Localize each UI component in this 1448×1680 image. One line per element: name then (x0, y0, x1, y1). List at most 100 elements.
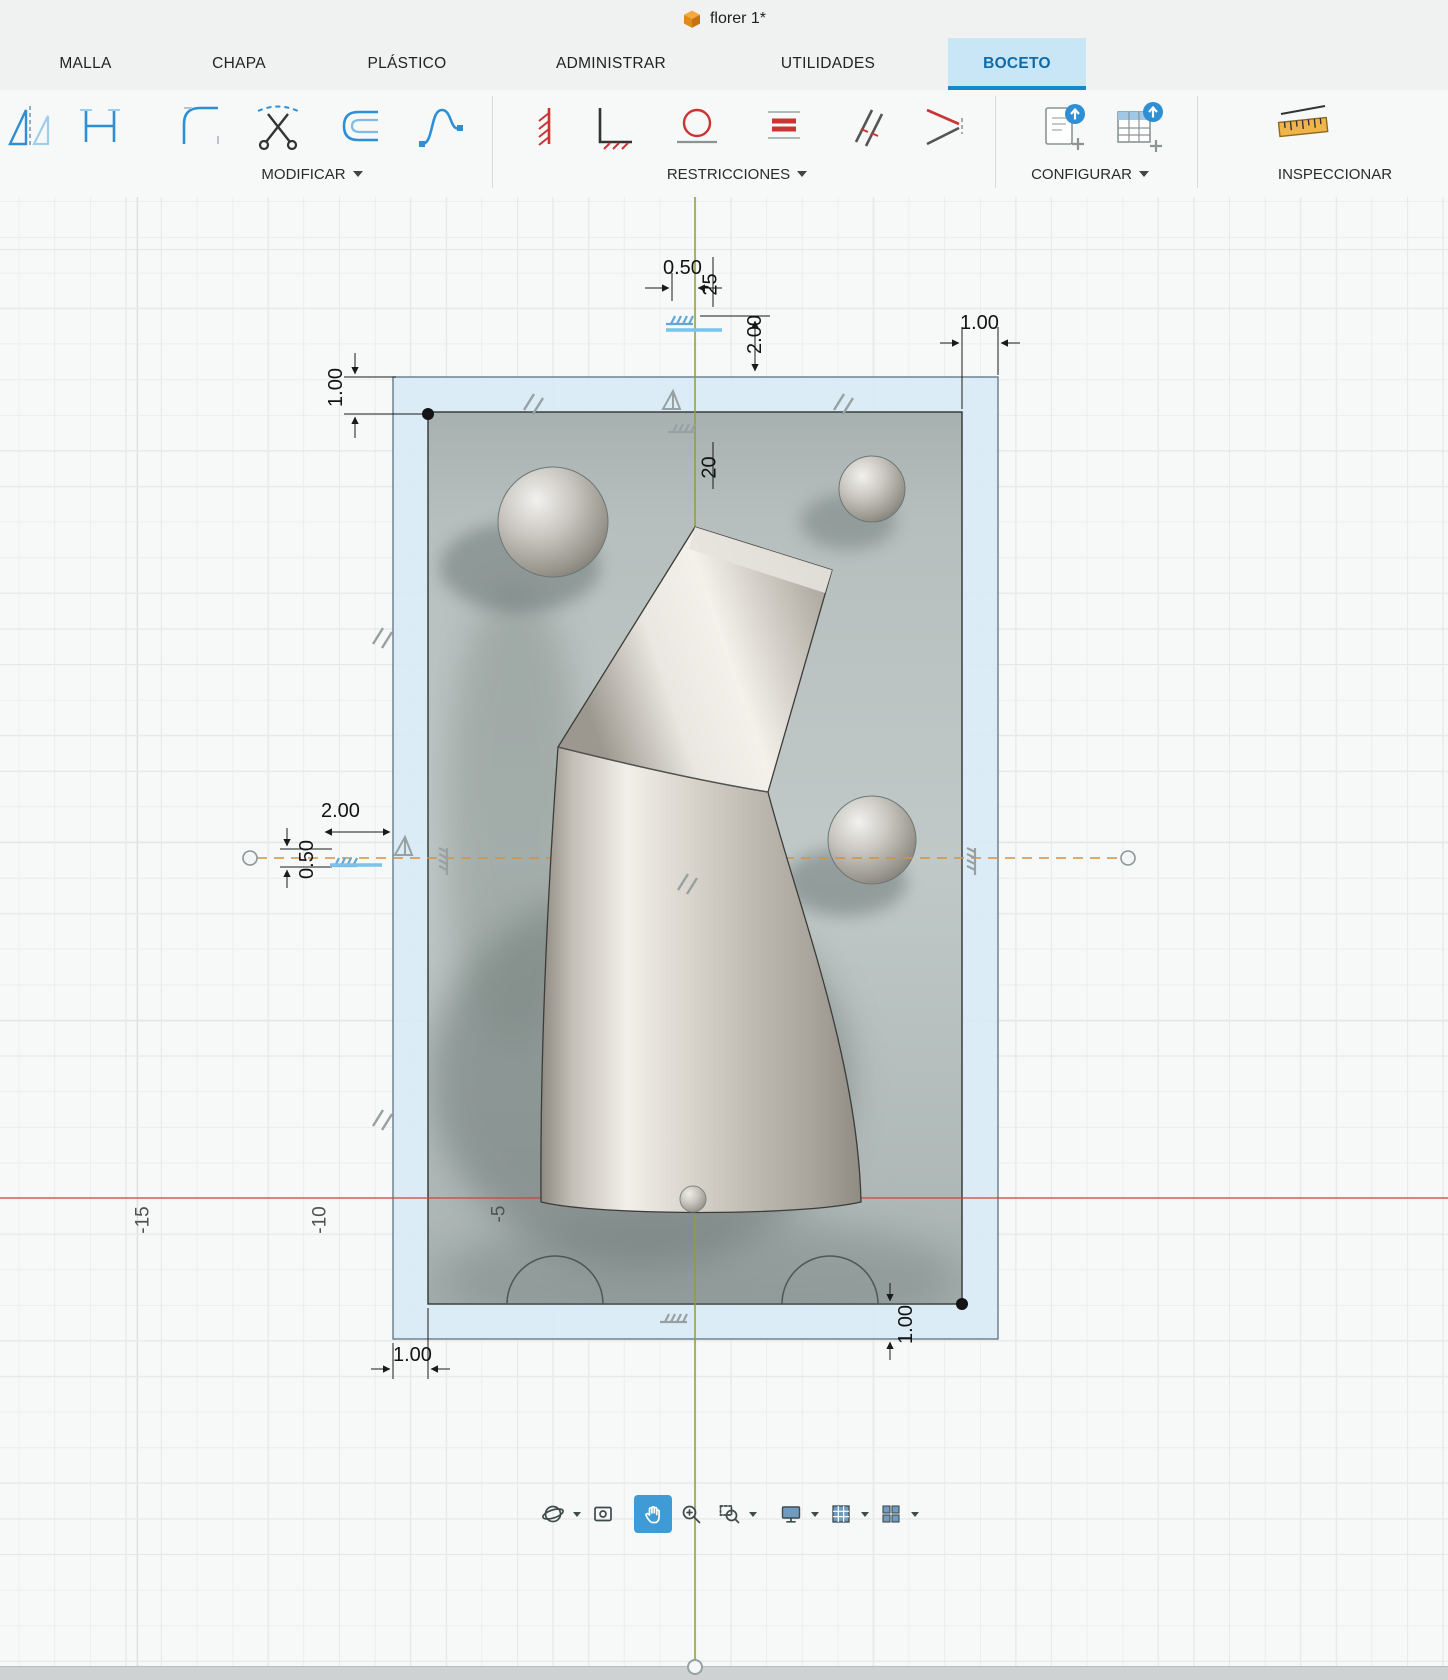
dropdown-arrow-icon[interactable] (573, 1511, 581, 1517)
dropdown-arrow-icon (797, 171, 808, 177)
origin-point-ball[interactable] (679, 1185, 707, 1213)
horizontal-vertical-constraint-button[interactable] (515, 98, 571, 154)
bottom-edge-bar (0, 1666, 1448, 1680)
construction-endpoint-left[interactable] (242, 850, 258, 866)
parallel-constraint-button[interactable] (838, 98, 894, 154)
sphere-boss-top-right[interactable] (838, 455, 906, 523)
rectangular-pattern-tool-button[interactable] (72, 98, 128, 154)
measure-ruler-icon (1277, 105, 1329, 138)
toolbar-separator (1197, 96, 1198, 188)
grid-settings-icon (832, 1505, 850, 1523)
viewports-button[interactable] (872, 1495, 910, 1533)
dimension-value[interactable]: 2.00 (321, 800, 360, 823)
app-header: florer 1* MALLA CHAPA PLÁSTICO ADMINISTR… (0, 0, 1448, 196)
dropdown-arrow-icon (352, 171, 363, 177)
dimension-value[interactable]: 1.00 (325, 368, 348, 407)
orbit-button[interactable] (534, 1495, 572, 1533)
mirror-icon (8, 106, 50, 148)
tab-malla[interactable]: MALLA (38, 38, 133, 90)
measure-tool-button[interactable] (1275, 98, 1331, 154)
sketch-settings-doc-icon (1045, 104, 1085, 150)
window-zoom-icon (719, 1505, 740, 1524)
toolbar-separator (995, 96, 996, 188)
group-inspeccionar[interactable]: INSPECCIONAR (1215, 162, 1448, 186)
fillet-icon (182, 106, 219, 144)
parameters-table-icon (1117, 102, 1163, 152)
group-configurar[interactable]: CONFIGURAR (1002, 162, 1178, 186)
construction-endpoint-right[interactable] (1120, 850, 1136, 866)
symmetry-constraint-icon (926, 108, 963, 146)
dropdown-arrow-icon (1138, 171, 1149, 177)
spline-icon (419, 108, 463, 147)
ribbon-tabs: MALLA CHAPA PLÁSTICO ADMINISTRAR UTILIDA… (0, 38, 1448, 90)
tab-plastico[interactable]: PLÁSTICO (348, 38, 466, 90)
titlebar: florer 1* (0, 0, 1448, 38)
trim-scissors-icon (257, 105, 299, 151)
equal-constraint-icon (768, 111, 800, 139)
tab-boceto[interactable]: BOCETO (948, 38, 1086, 90)
viewports-icon (882, 1505, 900, 1523)
sketch-svg (0, 197, 1448, 1680)
ribbon-toolbar: MODIFICAR RESTRICCIONES CONFIGURAR INSPE… (0, 90, 1448, 196)
parallel-constraint-icon (854, 109, 884, 147)
dimension-value[interactable]: 1.00 (393, 1344, 432, 1367)
pattern-icon (80, 109, 120, 142)
tangent-constraint-button[interactable] (667, 98, 723, 154)
look-at-icon (594, 1506, 612, 1522)
toolbar-separator (492, 96, 493, 188)
group-restricciones[interactable]: RESTRICCIONES (628, 162, 846, 186)
group-restricciones-label: RESTRICCIONES (666, 165, 791, 183)
y-axis-endpoint-knob (687, 1659, 703, 1675)
display-settings-button[interactable] (772, 1495, 810, 1533)
dimension-value[interactable]: 20 (699, 456, 722, 478)
sketch-point-bottom-right[interactable] (956, 1298, 968, 1310)
document-title: florer 1* (709, 10, 767, 27)
equal-constraint-button[interactable] (754, 98, 810, 154)
symmetry-constraint-button[interactable] (913, 98, 969, 154)
orbit-icon (542, 1505, 564, 1523)
dimension-value[interactable]: 0.50 (296, 840, 319, 879)
perpendicular-constraint-icon (598, 108, 632, 150)
grid-label: -10 (309, 1206, 331, 1234)
view-navigation-toolbar (534, 1494, 922, 1534)
look-at-button[interactable] (584, 1495, 622, 1533)
document-cube-icon (683, 10, 700, 28)
horizontal-vertical-constraint-icon (538, 108, 551, 146)
tab-chapa[interactable]: CHAPA (190, 38, 288, 90)
parameters-table-button[interactable] (1110, 98, 1166, 154)
dimension-value[interactable]: 0.50 (663, 257, 702, 280)
pan-hand-icon (645, 1506, 660, 1524)
sketch-canvas[interactable]: 0.50 25 2.00 1.00 1.00 20 2.00 0.50 1.00… (0, 197, 1448, 1680)
sphere-boss-mid-right[interactable] (827, 795, 917, 885)
perpendicular-constraint-button[interactable] (584, 98, 640, 154)
dropdown-arrow-icon[interactable] (749, 1511, 757, 1517)
offset-icon (342, 110, 378, 142)
dimension-value[interactable]: 25 (700, 273, 723, 295)
sphere-boss-large[interactable] (497, 466, 609, 578)
fillet-tool-button[interactable] (172, 98, 228, 154)
group-inspeccionar-label: INSPECCIONAR (1277, 165, 1393, 183)
dimension-value[interactable]: 2.00 (744, 315, 767, 354)
tab-utilidades[interactable]: UTILIDADES (753, 38, 903, 90)
spline-tool-button[interactable] (412, 98, 468, 154)
window-zoom-button[interactable] (710, 1495, 748, 1533)
grid-settings-button[interactable] (822, 1495, 860, 1533)
zoom-button[interactable] (672, 1495, 710, 1533)
group-modificar-label: MODIFICAR (261, 165, 346, 183)
zoom-icon (682, 1505, 701, 1524)
dimension-value[interactable]: 1.00 (960, 312, 999, 335)
group-modificar[interactable]: MODIFICAR (228, 162, 396, 186)
offset-tool-button[interactable] (332, 98, 388, 154)
trim-tool-button[interactable] (250, 98, 306, 154)
dropdown-arrow-icon[interactable] (911, 1511, 919, 1517)
tab-administrar[interactable]: ADMINISTRAR (528, 38, 694, 90)
grid-label: -5 (488, 1205, 510, 1223)
dimension-value[interactable]: 1.00 (895, 1305, 918, 1344)
grid-label: -15 (132, 1206, 154, 1234)
pan-button[interactable] (634, 1495, 672, 1533)
dropdown-arrow-icon[interactable] (811, 1511, 819, 1517)
dropdown-arrow-icon[interactable] (861, 1511, 869, 1517)
sketch-settings-button[interactable] (1034, 98, 1090, 154)
group-configurar-label: CONFIGURAR (1031, 165, 1132, 183)
mirror-tool-button[interactable] (0, 98, 56, 154)
